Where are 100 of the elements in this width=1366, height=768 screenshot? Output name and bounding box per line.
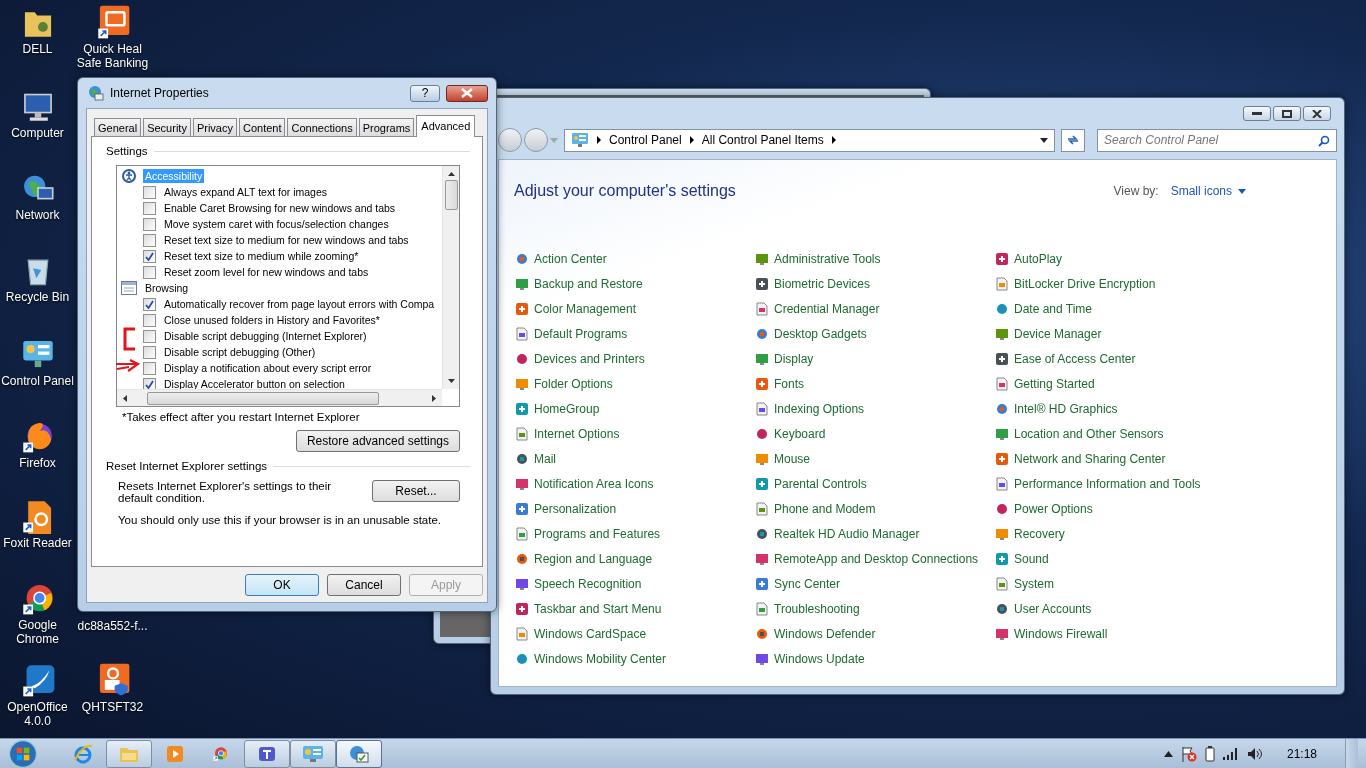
- tab[interactable]: Content: [238, 118, 286, 136]
- checkbox[interactable]: [143, 361, 156, 375]
- control-panel-link[interactable]: Parental Controls: [774, 477, 867, 491]
- option-label[interactable]: Close unused folders in History and Favorites*: [162, 313, 382, 327]
- desktop-icon-label[interactable]: Control Panel: [1, 374, 74, 388]
- dialog-button[interactable]: OK: [245, 574, 319, 596]
- view-dropdown[interactable]: Small icons: [1170, 184, 1246, 198]
- control-panel-link[interactable]: Windows CardSpace: [534, 627, 647, 641]
- horizontal-scrollbar[interactable]: [117, 389, 442, 406]
- control-panel-link[interactable]: Backup and Restore: [534, 277, 643, 291]
- search-icon[interactable]: [1318, 134, 1330, 147]
- control-panel-link[interactable]: Power Options: [1014, 502, 1093, 516]
- control-panel-link[interactable]: Network and Sharing Center: [1014, 452, 1166, 466]
- clock[interactable]: 21:18: [1286, 746, 1317, 761]
- control-panel-link[interactable]: Biometric Devices: [774, 277, 871, 291]
- minimize-button[interactable]: [1243, 106, 1271, 121]
- option-label[interactable]: Always expand ALT text for images: [162, 185, 330, 199]
- dropdown-arrow-icon[interactable]: [1040, 137, 1048, 143]
- desktop-icon-label[interactable]: dc88a552-f...: [77, 619, 148, 633]
- control-panel-link[interactable]: Ease of Access Center: [1014, 352, 1136, 366]
- close-button[interactable]: [446, 84, 488, 102]
- control-panel-link[interactable]: RemoteApp and Desktop Connections: [774, 552, 979, 566]
- control-panel-link[interactable]: Color Management: [534, 302, 637, 316]
- battery-icon[interactable]: [1204, 745, 1215, 762]
- control-panel-link[interactable]: Realtek HD Audio Manager: [774, 527, 920, 541]
- control-panel-link[interactable]: Internet Options: [534, 427, 620, 441]
- tab[interactable]: Security: [143, 118, 191, 136]
- taskbar-app-button[interactable]: [290, 739, 336, 768]
- control-panel-link[interactable]: Indexing Options: [774, 402, 865, 416]
- settings-list[interactable]: [116, 165, 460, 407]
- control-panel-link[interactable]: Speech Recognition: [534, 577, 642, 591]
- control-panel-link[interactable]: Mouse: [774, 452, 811, 466]
- control-panel-link[interactable]: Desktop Gadgets: [774, 327, 867, 341]
- checkbox[interactable]: [143, 217, 156, 231]
- control-panel-link[interactable]: System: [1014, 577, 1054, 591]
- option-label[interactable]: Move system caret with focus/selection changes: [162, 217, 391, 231]
- tab[interactable]: Privacy: [192, 118, 237, 136]
- tab[interactable]: Programs: [358, 118, 415, 136]
- search-field[interactable]: Search Control Panel: [1097, 128, 1337, 152]
- maximize-button[interactable]: [1273, 106, 1301, 121]
- scroll-right-icon[interactable]: [432, 394, 436, 402]
- control-panel-link[interactable]: Performance Information and Tools: [1014, 477, 1201, 491]
- flag-icon[interactable]: [1180, 745, 1197, 762]
- checkbox[interactable]: [143, 329, 156, 343]
- control-panel-link[interactable]: Mail: [534, 452, 556, 466]
- signal-icon[interactable]: [1222, 747, 1239, 760]
- option-label[interactable]: Display a notification about every script error: [162, 361, 374, 375]
- desktop-icon-label[interactable]: QHTSFT32: [81, 700, 144, 714]
- control-panel-link[interactable]: BitLocker Drive Encryption: [1014, 277, 1156, 291]
- control-panel-link[interactable]: Action Center: [534, 252, 607, 266]
- scroll-thumb[interactable]: [444, 180, 458, 210]
- address-bar[interactable]: Control Panel All Control Panel Items: [564, 128, 1055, 152]
- control-panel-link[interactable]: Fonts: [774, 377, 804, 391]
- option-label[interactable]: Disable script debugging (Internet Explorer): [162, 329, 369, 343]
- restore-button[interactable]: Restore advanced settings: [295, 430, 460, 452]
- checkbox[interactable]: [143, 249, 156, 263]
- refresh-button[interactable]: [1061, 128, 1085, 152]
- control-panel-link[interactable]: Programs and Features: [534, 527, 661, 541]
- control-panel-link[interactable]: Sync Center: [774, 577, 841, 591]
- checkbox[interactable]: [143, 233, 156, 247]
- speaker-icon[interactable]: [1246, 746, 1263, 761]
- option-label[interactable]: Reset text size to medium for new windows and tabs: [162, 233, 411, 247]
- control-panel-link[interactable]: Location and Other Sensors: [1014, 427, 1164, 441]
- control-panel-link[interactable]: AutoPlay: [1014, 252, 1063, 266]
- option-label[interactable]: Enable Caret Browsing for new windows and tabs: [162, 201, 398, 215]
- option-label[interactable]: Automatically recover from page layout errors with Compa: [162, 297, 437, 311]
- control-panel-link[interactable]: Region and Language: [534, 552, 653, 566]
- desktop-icon-label[interactable]: Firefox: [19, 456, 56, 470]
- control-panel-link[interactable]: Date and Time: [1014, 302, 1093, 316]
- control-panel-link[interactable]: Intel® HD Graphics: [1014, 402, 1118, 416]
- desktop-icon-label[interactable]: OpenOffice 4.0.0: [0, 700, 75, 728]
- tab[interactable]: Advanced: [416, 115, 476, 137]
- control-panel-link[interactable]: Folder Options: [534, 377, 613, 391]
- show-hidden-icons-icon[interactable]: [1163, 750, 1173, 757]
- dialog-button[interactable]: Cancel: [327, 574, 401, 596]
- control-panel-link[interactable]: Windows Mobility Center: [534, 652, 667, 666]
- control-panel-link[interactable]: Windows Update: [774, 652, 865, 666]
- control-panel-link[interactable]: Notification Area Icons: [534, 477, 654, 491]
- vertical-scrollbar[interactable]: [442, 166, 459, 389]
- desktop-icon-label[interactable]: DELL: [22, 42, 53, 56]
- back-button[interactable]: [498, 128, 522, 152]
- desktop-icon-label[interactable]: Recycle Bin: [5, 290, 70, 304]
- control-panel-link[interactable]: Windows Defender: [774, 627, 876, 641]
- checkbox[interactable]: [143, 377, 156, 389]
- scroll-left-icon[interactable]: [123, 394, 127, 402]
- control-panel-link[interactable]: Recovery: [1014, 527, 1065, 541]
- checkbox[interactable]: [143, 265, 156, 279]
- reset-button[interactable]: Reset...: [372, 480, 460, 502]
- option-label[interactable]: Reset text size to medium while zooming*: [162, 249, 361, 263]
- desktop-icon-label[interactable]: Computer: [11, 126, 64, 140]
- control-panel-link[interactable]: Windows Firewall: [1014, 627, 1108, 641]
- checkbox[interactable]: [143, 185, 156, 199]
- scroll-down-icon[interactable]: [447, 379, 455, 383]
- control-panel-link[interactable]: Administrative Tools: [774, 252, 881, 266]
- option-label[interactable]: Disable script debugging (Other): [162, 345, 318, 359]
- taskbar-app-button[interactable]: [244, 739, 290, 768]
- close-button[interactable]: [1303, 106, 1331, 121]
- checkbox[interactable]: [143, 313, 156, 327]
- desktop-icon-label[interactable]: Foxit Reader: [3, 536, 72, 550]
- tree-category[interactable]: Browsing: [143, 281, 191, 295]
